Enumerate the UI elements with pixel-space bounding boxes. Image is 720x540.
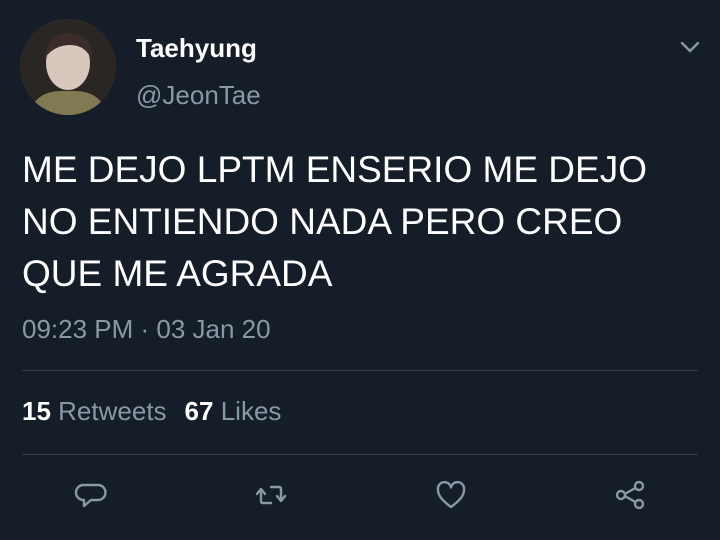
retweets-stat[interactable]: 15 Retweets: [22, 396, 167, 426]
like-icon[interactable]: [433, 477, 469, 513]
divider: [22, 454, 698, 455]
divider: [22, 370, 698, 371]
retweets-label: Retweets: [58, 396, 167, 426]
likes-label: Likes: [220, 396, 282, 426]
profile-photo: [20, 19, 116, 115]
retweets-count: 15: [22, 396, 51, 426]
likes-stat[interactable]: 67 Likes: [185, 396, 282, 426]
likes-count: 67: [184, 396, 214, 426]
reply-icon[interactable]: [73, 477, 109, 513]
share-icon[interactable]: [612, 477, 648, 513]
tweet-timestamp: 09:23 PM · 03 Jan 20: [22, 314, 271, 344]
user-handle[interactable]: @JeonTae: [136, 80, 261, 111]
avatar[interactable]: [20, 19, 116, 115]
chevron-down-icon[interactable]: [678, 38, 702, 56]
retweet-icon[interactable]: [253, 477, 289, 513]
tweet-stats: 15 Retweets 67 Likes: [22, 396, 281, 427]
display-name[interactable]: Taehyung: [136, 33, 257, 64]
tweet-text: ME DEJO LPTM ENSERIO ME DEJO NO ENTIENDO…: [22, 149, 647, 294]
